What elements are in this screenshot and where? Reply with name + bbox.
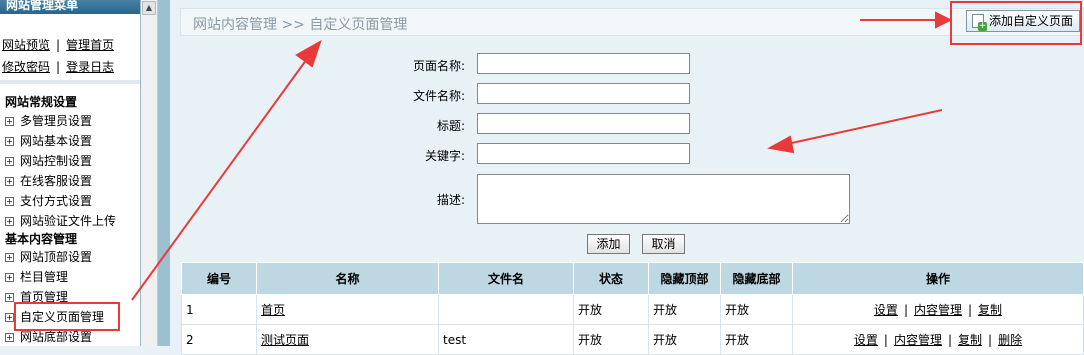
expand-icon: +: [5, 157, 14, 166]
expand-icon: +: [5, 273, 14, 282]
frame-gutter: [158, 0, 170, 346]
expand-icon: +: [5, 117, 14, 126]
col-header-id: 编号: [181, 262, 257, 295]
highlight-box-sidebar: [14, 302, 120, 331]
sidebar-item-multi-admin[interactable]: + 多管理员设置: [5, 112, 92, 129]
sidebar-item-basic-settings[interactable]: + 网站基本设置: [5, 132, 92, 149]
keywords-input[interactable]: [477, 143, 690, 164]
add-custom-page-button[interactable]: 添加自定义页面: [966, 10, 1080, 32]
col-header-hide-bottom: 隐藏底部: [720, 262, 793, 295]
sidebar-item-payment[interactable]: + 支付方式设置: [5, 192, 92, 209]
title-label: 标题:: [436, 119, 465, 133]
sidebar-title: 网站管理菜单: [0, 0, 140, 14]
quick-link-change-password[interactable]: 修改密码: [2, 60, 50, 74]
sidebar-item-label: 栏目管理: [20, 270, 69, 284]
sidebar-item-label: 网站顶部设置: [20, 250, 93, 264]
page-name-link[interactable]: 首页: [261, 303, 285, 317]
cell-hide-top: 开放: [648, 294, 721, 325]
cell-name: 首页: [256, 294, 439, 325]
sidebar-item-label: 支付方式设置: [20, 194, 93, 208]
sidebar-item-top-settings[interactable]: + 网站顶部设置: [5, 248, 92, 265]
description-label: 描述:: [436, 193, 465, 207]
scroll-up-icon[interactable]: ▲: [142, 1, 156, 15]
arrowhead-breadcrumb: [295, 39, 322, 68]
file-name-input[interactable]: [477, 83, 690, 104]
cell-id: 2: [181, 324, 257, 355]
sidebar-item-label: 在线客服设置: [20, 174, 93, 188]
sidebar-item-control-settings[interactable]: + 网站控制设置: [5, 152, 92, 169]
col-header-name: 名称: [256, 262, 439, 295]
breadcrumb: 网站内容管理 >> 自定义页面管理: [193, 17, 408, 33]
col-header-file: 文件名: [438, 262, 574, 295]
expand-icon: +: [5, 253, 14, 262]
add-page-icon: [972, 14, 987, 31]
cell-file: [438, 294, 574, 325]
submit-add-button[interactable]: 添加: [587, 234, 630, 254]
cell-name: 测试页面: [256, 324, 439, 355]
expand-icon: +: [5, 177, 14, 186]
cell-status: 开放: [573, 294, 649, 325]
cell-id: 1: [181, 294, 257, 325]
cell-actions: 设置 | 内容管理 | 复制: [792, 294, 1084, 325]
cell-hide-bottom: 开放: [720, 294, 793, 325]
breadcrumb-bar: 网站内容管理 >> 自定义页面管理: [180, 8, 1084, 36]
table-header-row: 编号 名称 文件名 状态 隐藏顶部 隐藏底部 操作: [181, 262, 1084, 295]
custom-pages-table: 编号 名称 文件名 状态 隐藏顶部 隐藏底部 操作 1 首页 开放 开放 开放 …: [181, 262, 1084, 355]
sidebar-item-label: 网站基本设置: [20, 134, 93, 148]
cell-file: test: [438, 324, 574, 355]
sidebar-item-label: 网站验证文件上传: [20, 214, 117, 228]
sidebar-item-online-service[interactable]: + 在线客服设置: [5, 172, 92, 189]
copy-link[interactable]: 复制: [958, 333, 982, 347]
arrowhead-form: [767, 135, 795, 154]
quick-link-admin-home[interactable]: 管理首页: [66, 38, 114, 52]
settings-link[interactable]: 设置: [874, 303, 898, 317]
arrow-to-form: [777, 109, 943, 147]
sidebar-item-label: 多管理员设置: [20, 114, 93, 128]
cell-hide-bottom: 开放: [720, 324, 793, 355]
sidebar: 网站管理菜单 网站预览 | 管理首页 修改密码 | 登录日志 网站常规设置 + 多管理员设…: [0, 0, 141, 346]
copy-link[interactable]: 复制: [978, 303, 1002, 317]
cell-hide-top: 开放: [648, 324, 721, 355]
section-title-content: 基本内容管理: [5, 232, 78, 246]
add-custom-page-label: 添加自定义页面: [989, 14, 1074, 28]
sidebar-item-label: 网站控制设置: [20, 154, 93, 168]
page-name-input[interactable]: [477, 53, 690, 74]
expand-icon: +: [5, 217, 14, 226]
quick-links-row-2: 修改密码 | 登录日志: [2, 60, 115, 74]
sidebar-item-label: 网站底部设置: [20, 330, 93, 344]
title-input[interactable]: [477, 113, 690, 134]
content-manage-link[interactable]: 内容管理: [894, 333, 942, 347]
expand-icon: +: [5, 197, 14, 206]
quick-links-row-1: 网站预览 | 管理首页: [2, 38, 115, 52]
expand-icon: +: [5, 293, 14, 302]
description-textarea[interactable]: [477, 174, 850, 224]
col-header-actions: 操作: [792, 262, 1084, 295]
quick-link-login-log[interactable]: 登录日志: [66, 60, 114, 74]
keywords-label: 关键字:: [424, 149, 465, 163]
col-header-hide-top: 隐藏顶部: [648, 262, 721, 295]
sidebar-divider: [0, 80, 140, 84]
content-manage-link[interactable]: 内容管理: [914, 303, 962, 317]
table-row: 2 测试页面 test 开放 开放 开放 设置 | 内容管理 | 复制 | 删除: [181, 324, 1084, 355]
sidebar-item-columns[interactable]: + 栏目管理: [5, 268, 68, 285]
cell-status: 开放: [573, 324, 649, 355]
table-row: 1 首页 开放 开放 开放 设置 | 内容管理 | 复制: [181, 294, 1084, 325]
expand-icon: +: [5, 137, 14, 146]
section-title-general: 网站常规设置: [5, 95, 78, 109]
cancel-button[interactable]: 取消: [642, 234, 685, 254]
sidebar-scrollbar[interactable]: ▲: [141, 0, 158, 346]
file-name-label: 文件名称:: [412, 89, 465, 103]
expand-icon: +: [5, 313, 14, 322]
page-name-link[interactable]: 测试页面: [261, 333, 309, 347]
sidebar-item-verify-upload[interactable]: + 网站验证文件上传: [5, 212, 116, 229]
col-header-status: 状态: [573, 262, 649, 295]
expand-icon: +: [5, 333, 14, 342]
settings-link[interactable]: 设置: [854, 333, 878, 347]
delete-link[interactable]: 删除: [998, 333, 1022, 347]
cell-actions: 设置 | 内容管理 | 复制 | 删除: [792, 324, 1084, 355]
page-name-label: 页面名称:: [412, 59, 465, 73]
quick-link-preview[interactable]: 网站预览: [2, 38, 50, 52]
